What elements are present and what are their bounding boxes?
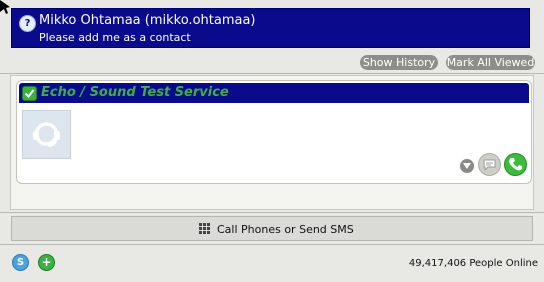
contact-name: Echo / Sound Test Service <box>41 85 229 100</box>
show-history-button[interactable]: Show History <box>360 55 438 70</box>
request-sender-name: Mikko Ohtamaa (mikko.ohtamaa) <box>39 13 256 28</box>
call-button[interactable] <box>504 153 527 176</box>
window-corner-icon <box>0 0 10 14</box>
call-phones-button[interactable]: Call Phones or Send SMS <box>11 216 533 241</box>
skype-status-icon[interactable]: S <box>12 254 29 271</box>
online-check-icon <box>22 86 37 101</box>
add-contact-icon[interactable]: + <box>38 254 55 271</box>
divider <box>0 73 544 74</box>
dialpad-icon <box>199 223 210 234</box>
divider <box>0 244 544 245</box>
phone-icon <box>509 158 522 171</box>
contact-options-dropdown[interactable] <box>460 159 474 173</box>
contact-card-header: Echo / Sound Test Service <box>19 83 529 103</box>
skype-request-icon: ? <box>19 15 36 32</box>
avatar <box>22 110 71 159</box>
mark-all-viewed-button[interactable]: Mark All Viewed <box>446 55 535 70</box>
divider <box>0 212 544 213</box>
call-phones-label: Call Phones or Send SMS <box>217 223 354 236</box>
chat-bubble-icon <box>483 159 496 171</box>
send-im-button[interactable] <box>478 153 501 176</box>
people-online-count: 49,417,406 People Online <box>408 258 538 269</box>
request-message: Please add me as a contact <box>39 31 191 44</box>
contact-request-banner[interactable]: ? Mikko Ohtamaa (mikko.ohtamaa) Please a… <box>11 8 530 48</box>
status-bar: S + 49,417,406 People Online <box>0 249 544 282</box>
headset-icon <box>33 122 60 147</box>
contact-card[interactable]: Echo / Sound Test Service <box>16 80 532 184</box>
